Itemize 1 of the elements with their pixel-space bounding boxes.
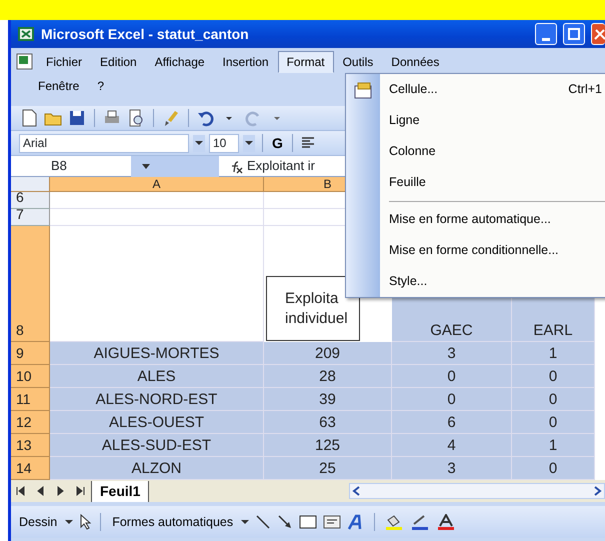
window-title: Microsoft Excel - statut_canton (41, 24, 250, 44)
